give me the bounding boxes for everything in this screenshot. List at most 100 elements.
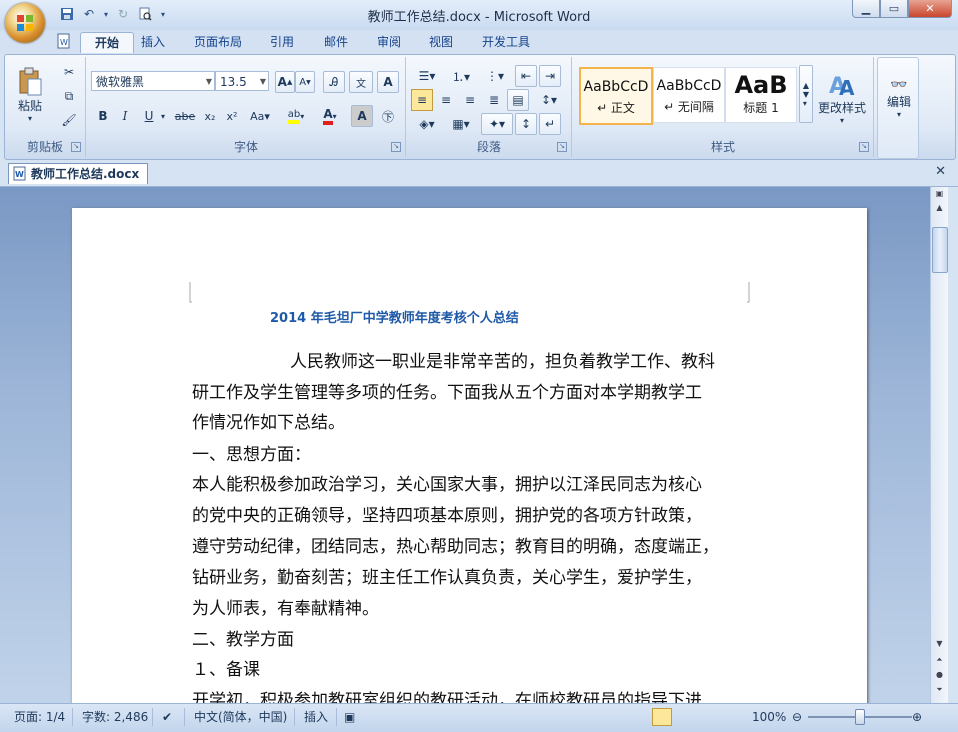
scroll-thumb[interactable] [932, 227, 948, 273]
zoom-out-icon[interactable]: ⊖ [792, 709, 802, 725]
tab-developer[interactable]: 开发工具 [474, 32, 538, 52]
paste-label: 粘贴 [17, 99, 42, 113]
print-layout-view-icon[interactable] [652, 708, 672, 726]
enclosed-chars-icon[interactable]: ㊦ [377, 105, 399, 127]
char-border-icon[interactable]: A [377, 71, 399, 93]
distributed-button[interactable]: ▤ [507, 89, 529, 111]
font-color-button[interactable]: A ▾ [315, 105, 345, 127]
select-browse-object-icon[interactable]: ● [932, 668, 947, 682]
underline-button[interactable]: U [139, 105, 159, 127]
shading-button[interactable]: ◈▾ [411, 113, 443, 135]
phonetic-guide-icon[interactable]: 文 [349, 71, 373, 93]
editing-button[interactable]: 👓 编辑 ▾ [880, 62, 918, 134]
scroll-up-icon[interactable]: ▲ [932, 201, 947, 215]
style-normal-sample: AaBbCcD [583, 79, 649, 95]
draft-view-icon[interactable] [732, 708, 752, 726]
borders-button[interactable]: ▦▾ [445, 113, 477, 135]
ruler-toggle-icon[interactable]: ▣ [932, 187, 947, 201]
line-spacing-button[interactable]: ↕▾ [533, 89, 565, 111]
maximize-button[interactable]: ▭ [880, 0, 908, 18]
proofing-icon[interactable]: ✔ [162, 709, 172, 725]
style-heading-1-sample: AaB [734, 71, 788, 99]
paragraph-label: 段落 [476, 140, 501, 154]
tab-page-layout[interactable]: 页面布局 [186, 32, 250, 52]
superscript-button[interactable]: x² [221, 105, 243, 127]
word-count[interactable]: 字数: 2,486 [82, 709, 148, 725]
office-button[interactable] [5, 3, 45, 43]
shrink-font-icon[interactable]: A ▼ [295, 71, 315, 93]
bold-button[interactable]: B [93, 105, 113, 127]
underline-dropdown-icon[interactable]: ▾ [157, 105, 169, 127]
tab-view[interactable]: 视图 [421, 32, 461, 52]
subscript-button[interactable]: x₂ [199, 105, 221, 127]
word-file-icon: W [13, 166, 26, 181]
show-marks-icon[interactable]: ↵ [539, 113, 561, 135]
copy-icon[interactable]: ⧉ [57, 85, 81, 107]
vertical-scrollbar[interactable]: ▣ ▲ ▼ ⏶ ● ⏷ [930, 187, 948, 703]
zoom-slider-knob[interactable] [855, 709, 865, 725]
highlight-color-button[interactable]: ab ▾ [281, 105, 311, 127]
font-name-combo[interactable]: 微软雅黑 ▼ [91, 71, 215, 91]
full-screen-reading-icon[interactable] [672, 708, 692, 726]
insert-mode-indicator[interactable]: 插入 [304, 709, 328, 725]
close-button[interactable]: ✕ [908, 0, 952, 18]
divider [152, 708, 153, 726]
macro-record-icon[interactable]: ▣ [344, 709, 355, 725]
align-center-button[interactable]: ≡ [435, 89, 457, 111]
document-tab-bar: W 教师工作总结.docx ✕ [0, 160, 958, 187]
clear-format-icon[interactable]: Ꭿ [323, 71, 345, 93]
font-name-value: 微软雅黑 [96, 75, 145, 89]
italic-button[interactable]: I [115, 105, 135, 127]
style-no-spacing-sample: AaBbCcD [656, 78, 722, 94]
grow-font-icon[interactable]: A ▲ [275, 71, 295, 93]
page-count[interactable]: 页面: 1/4 [14, 709, 65, 725]
zoom-level[interactable]: 100% [752, 709, 786, 725]
strikethrough-button[interactable]: abe [171, 105, 199, 127]
cut-icon[interactable]: ✂ [57, 61, 81, 83]
document-tab[interactable]: W 教师工作总结.docx [8, 163, 149, 184]
previous-page-icon[interactable]: ⏶ [932, 653, 947, 667]
clipboard-launcher-icon[interactable]: ↘ [71, 142, 81, 152]
svg-text:A: A [839, 76, 855, 99]
decrease-indent-icon[interactable]: ⇤ [515, 65, 537, 87]
font-size-combo[interactable]: 13.5 ▼ [215, 71, 269, 91]
next-page-icon[interactable]: ⏷ [932, 683, 947, 697]
format-painter-icon[interactable]: 🖌 [57, 109, 81, 131]
increase-indent-icon[interactable]: ⇥ [539, 65, 561, 87]
language-indicator[interactable]: 中文(简体，中国) [194, 709, 287, 725]
zoom-in-icon[interactable]: ⊕ [912, 709, 922, 725]
style-no-spacing[interactable]: AaBbCcD ↵ 无间隔 [653, 67, 725, 123]
minimize-button[interactable]: ▁ [852, 0, 880, 18]
tab-references[interactable]: 引用 [262, 32, 302, 52]
justify-button[interactable]: ≣ [483, 89, 505, 111]
multilevel-list-button[interactable]: ⋮▾ [479, 65, 511, 87]
font-launcher-icon[interactable]: ↘ [391, 142, 401, 152]
sort-icon[interactable]: ↕ [515, 113, 537, 135]
chinese-layout-button[interactable]: ✦▾ [481, 113, 513, 135]
styles-launcher-icon[interactable]: ↘ [859, 142, 869, 152]
tab-insert[interactable]: 插入 [133, 32, 173, 52]
align-right-button[interactable]: ≡ [459, 89, 481, 111]
paste-button[interactable]: 粘贴 ▾ [13, 61, 47, 129]
outline-view-icon[interactable] [712, 708, 732, 726]
style-heading-1[interactable]: AaB 标题 1 [725, 67, 797, 123]
change-styles-button[interactable]: AA 更改样式 ▾ [815, 61, 869, 133]
numbering-button[interactable]: ⒈▾ [445, 65, 477, 87]
document-page[interactable]: 2014 年毛坦厂中学教师年度考核个人总结 人民教师这一职业是非常辛苦的，担负着… [72, 208, 867, 703]
paragraph-launcher-icon[interactable]: ↘ [557, 142, 567, 152]
align-left-button[interactable]: ≡ [411, 89, 433, 111]
tab-home[interactable]: 开始 [80, 32, 134, 53]
change-case-button[interactable]: Aa▾ [245, 105, 275, 127]
scroll-down-icon[interactable]: ▼ [932, 637, 947, 651]
char-shading-icon[interactable]: A [351, 105, 373, 127]
divider [72, 708, 73, 726]
style-normal[interactable]: AaBbCcD ↵ 正文 [579, 67, 653, 125]
tab-review[interactable]: 审阅 [369, 32, 409, 52]
web-layout-icon[interactable] [692, 708, 712, 726]
document-tab-label: 教师工作总结.docx [31, 167, 140, 181]
tab-mailings[interactable]: 邮件 [316, 32, 356, 52]
change-styles-icon: AA [829, 74, 855, 99]
bullets-button[interactable]: ☰▾ [411, 65, 443, 87]
styles-scroll[interactable]: ▲ ▼ ▾ [799, 65, 813, 123]
close-document-icon[interactable]: ✕ [935, 164, 946, 179]
